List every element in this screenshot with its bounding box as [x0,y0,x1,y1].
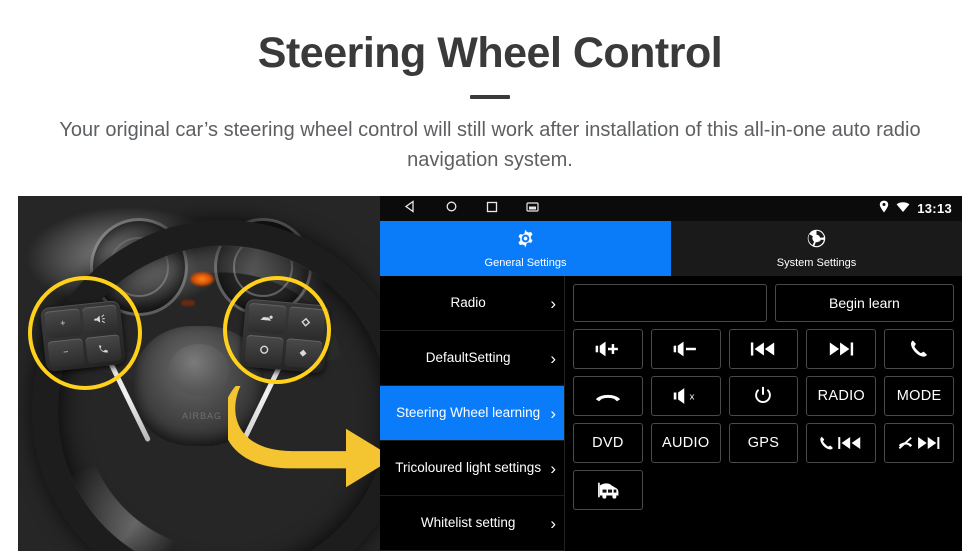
car-icon [597,482,619,499]
swc-button-mute[interactable]: x [650,376,721,416]
swc-function-grid-last-row [573,470,954,510]
next-track-icon [830,342,854,356]
volume-down-icon [673,341,696,357]
location-pin-icon [879,200,889,218]
composite-illustration-panel: AIRBAG + − [18,196,962,551]
swc-button-vol-down[interactable] [650,329,721,369]
swc-button-call-answer[interactable] [884,329,954,369]
page-header: Steering Wheel Control Your original car… [0,0,980,175]
sidebar-item-tricoloured-light-settings[interactable]: Tricoloured light settings › [380,441,564,496]
settings-tabs: General Settings YG System Settings [380,221,962,276]
sidebar-item-label: Radio [450,295,486,311]
sidebar-item-whitelist-setting[interactable]: Whitelist setting › [380,496,564,551]
back-icon[interactable] [404,199,417,218]
sidebar-item-label: Steering Wheel learning [396,405,541,421]
title-divider [470,95,510,100]
sidebar-item-defaultsetting[interactable]: DefaultSetting › [380,331,564,386]
page-title: Steering Wheel Control [257,29,723,77]
chevron-right-icon: › [550,458,556,478]
swc-button-audio[interactable]: AUDIO [650,423,721,463]
volume-mute-icon: x [673,388,694,404]
highlight-circle-left-controls [28,276,142,390]
screenshot-icon[interactable] [526,200,539,218]
steering-wheel-learning-panel: Begin learn x RADIO MODE DVD AUDIO GPS [565,276,962,551]
swc-button-next-track[interactable] [806,329,877,369]
swc-button-power[interactable] [728,376,799,416]
volume-up-icon [595,341,618,357]
home-icon[interactable] [445,200,458,218]
begin-learn-button[interactable]: Begin learn [774,284,954,322]
settings-sidebar: Radio › DefaultSetting › Steering Wheel … [380,276,565,551]
system-logo-icon: YG [806,228,827,254]
sidebar-item-label: Tricoloured light settings [395,460,542,476]
swc-button-hangup-next[interactable] [884,423,954,463]
tab-system-settings[interactable]: YG System Settings [671,221,962,276]
hangup-next-icon [898,437,940,449]
sidebar-item-steering-wheel-learning[interactable]: Steering Wheel learning › [380,386,564,441]
swc-button-car-info[interactable] [573,470,643,510]
page-subtitle: Your original car’s steering wheel contr… [59,119,921,172]
tab-general-settings-label: General Settings [484,257,567,269]
gear-icon [515,228,536,254]
swc-button-call-hangup[interactable] [573,376,643,416]
swc-function-grid: x RADIO MODE DVD AUDIO GPS [573,329,954,463]
swc-button-radio[interactable]: RADIO [806,376,877,416]
previous-track-icon [751,342,775,356]
chevron-right-icon: › [550,403,556,423]
svg-text:x: x [689,392,694,403]
settings-body: Radio › DefaultSetting › Steering Wheel … [380,276,962,551]
phone-call-icon [911,340,928,357]
highlight-circle-right-controls [223,276,331,384]
svg-text:YG: YG [812,236,821,243]
sidebar-item-label: Whitelist setting [420,515,516,531]
steering-wheel-photo: AIRBAG + − [18,196,380,551]
sidebar-item-label: DefaultSetting [425,350,511,366]
swc-button-vol-up[interactable] [573,329,643,369]
android-status-bar: 13:13 [380,196,962,221]
tab-system-settings-label: System Settings [776,257,857,269]
learn-row: Begin learn [573,284,954,322]
swc-button-gps[interactable]: GPS [728,423,799,463]
head-unit-screen: 13:13 General Settings YG System Setting… [380,196,962,551]
phone-previous-icon [820,436,861,450]
swc-button-call-prev[interactable] [806,423,877,463]
tab-general-settings[interactable]: General Settings [380,221,671,276]
swc-button-dvd[interactable]: DVD [573,423,643,463]
swc-button-prev-track[interactable] [728,329,799,369]
chevron-right-icon: › [550,513,556,533]
power-icon [755,386,772,403]
wifi-icon [896,200,910,218]
chevron-right-icon: › [550,348,556,368]
swc-button-mode[interactable]: MODE [884,376,954,416]
chevron-right-icon: › [550,293,556,313]
recents-icon[interactable] [486,200,498,218]
phone-hangup-icon [595,394,621,402]
learn-display-field[interactable] [573,284,767,322]
sidebar-item-radio[interactable]: Radio › [380,276,564,331]
status-bar-clock: 13:13 [917,201,952,216]
